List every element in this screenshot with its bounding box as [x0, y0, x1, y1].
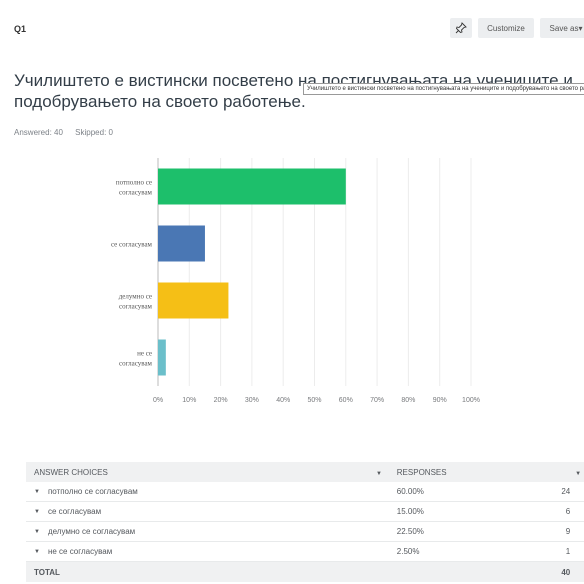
response-percent: 60.00%: [396, 487, 424, 496]
question-toolbar: Customize Save as▾: [450, 18, 584, 38]
header-responses[interactable]: RESPONSES: [389, 468, 527, 477]
pin-icon: [455, 22, 467, 34]
response-count: 6: [565, 507, 571, 516]
table-row: ▼ не се согласувам 2.50% 1: [26, 542, 584, 562]
choice-label: потполно се согласувам: [47, 487, 138, 496]
sort-choices-icon[interactable]: ▼: [369, 468, 389, 477]
x-tick-label: 50%: [307, 397, 321, 404]
responses-table: ANSWER CHOICES ▼ RESPONSES ▼ ▼ потполно с…: [26, 462, 584, 582]
expand-caret-icon[interactable]: ▼: [34, 549, 40, 555]
header-answer-choices[interactable]: ANSWER CHOICES: [26, 468, 369, 477]
expand-caret-icon[interactable]: ▼: [34, 509, 40, 515]
table-header: ANSWER CHOICES ▼ RESPONSES ▼: [26, 462, 584, 482]
x-tick-label: 80%: [401, 397, 415, 404]
table-row: ▼ потполно се согласувам 60.00% 24: [26, 482, 584, 502]
expand-caret-icon[interactable]: ▼: [34, 529, 40, 535]
category-label: не се согласувам: [119, 350, 153, 368]
choice-label: не се согласувам: [47, 547, 113, 556]
x-tick-label: 0%: [153, 397, 163, 404]
row-choice: ▼ не се согласувам: [26, 547, 369, 556]
response-percent: 15.00%: [396, 507, 424, 516]
x-tick-label: 70%: [370, 397, 384, 404]
total-count: 40: [561, 567, 571, 577]
bar-3: [158, 282, 229, 319]
choice-label: делумно се согласувам: [47, 527, 136, 536]
question-number: Q1: [14, 24, 27, 34]
bar-4: [158, 339, 166, 376]
x-tick-label: 100%: [462, 397, 480, 404]
table-row: ▼ делумно се согласувам 22.50% 9: [26, 522, 584, 542]
x-tick-label: 90%: [433, 397, 447, 404]
x-tick-label: 40%: [276, 397, 290, 404]
response-count: 24: [561, 487, 571, 496]
x-tick-label: 10%: [182, 397, 196, 404]
question-tooltip: Училиштето е вистински посветено на пост…: [303, 83, 584, 95]
total-label: TOTAL: [34, 567, 60, 577]
x-tick-label: 20%: [214, 397, 228, 404]
row-choice: ▼ делумно се согласувам: [26, 527, 369, 536]
choice-label: се согласувам: [47, 507, 102, 516]
bar-1: [158, 168, 346, 205]
table-row: ▼ се согласувам 15.00% 6: [26, 502, 584, 522]
x-tick-label: 60%: [339, 397, 353, 404]
expand-caret-icon[interactable]: ▼: [34, 489, 40, 495]
results-bar-chart: 0% 10% 20% 30% 40% 50% 60% 70% 80% 90% 100% потполн…: [0, 150, 584, 420]
bar-2: [158, 225, 205, 262]
table-body: ▼ потполно се согласувам 60.00% 24 ▼ се согла…: [26, 482, 584, 562]
response-count: 1: [565, 547, 571, 556]
category-label: се согласувам: [111, 241, 153, 249]
save-as-button[interactable]: Save as▾: [540, 18, 584, 38]
chart-svg: 0% 10% 20% 30% 40% 50% 60% 70% 80% 90% 100% потполн…: [111, 158, 480, 404]
x-tick-label: 30%: [245, 397, 259, 404]
pin-button[interactable]: [450, 18, 472, 38]
row-choice: ▼ се согласувам: [26, 507, 369, 516]
answer-stats: Answered: 40 Skipped: 0: [14, 128, 123, 137]
row-choice: ▼ потполно се согласувам: [26, 487, 369, 496]
table-total-row: TOTAL 40: [26, 562, 584, 582]
sort-responses-icon[interactable]: ▼: [570, 468, 584, 477]
customize-button[interactable]: Customize: [478, 18, 534, 38]
response-count: 9: [565, 527, 571, 536]
category-label: потполно се согласувам: [116, 179, 153, 197]
response-percent: 2.50%: [396, 547, 420, 556]
skipped-count: Skipped: 0: [75, 128, 113, 137]
response-percent: 22.50%: [396, 527, 424, 536]
answered-count: Answered: 40: [14, 128, 63, 137]
category-label: делумно се согласувам: [119, 293, 153, 311]
